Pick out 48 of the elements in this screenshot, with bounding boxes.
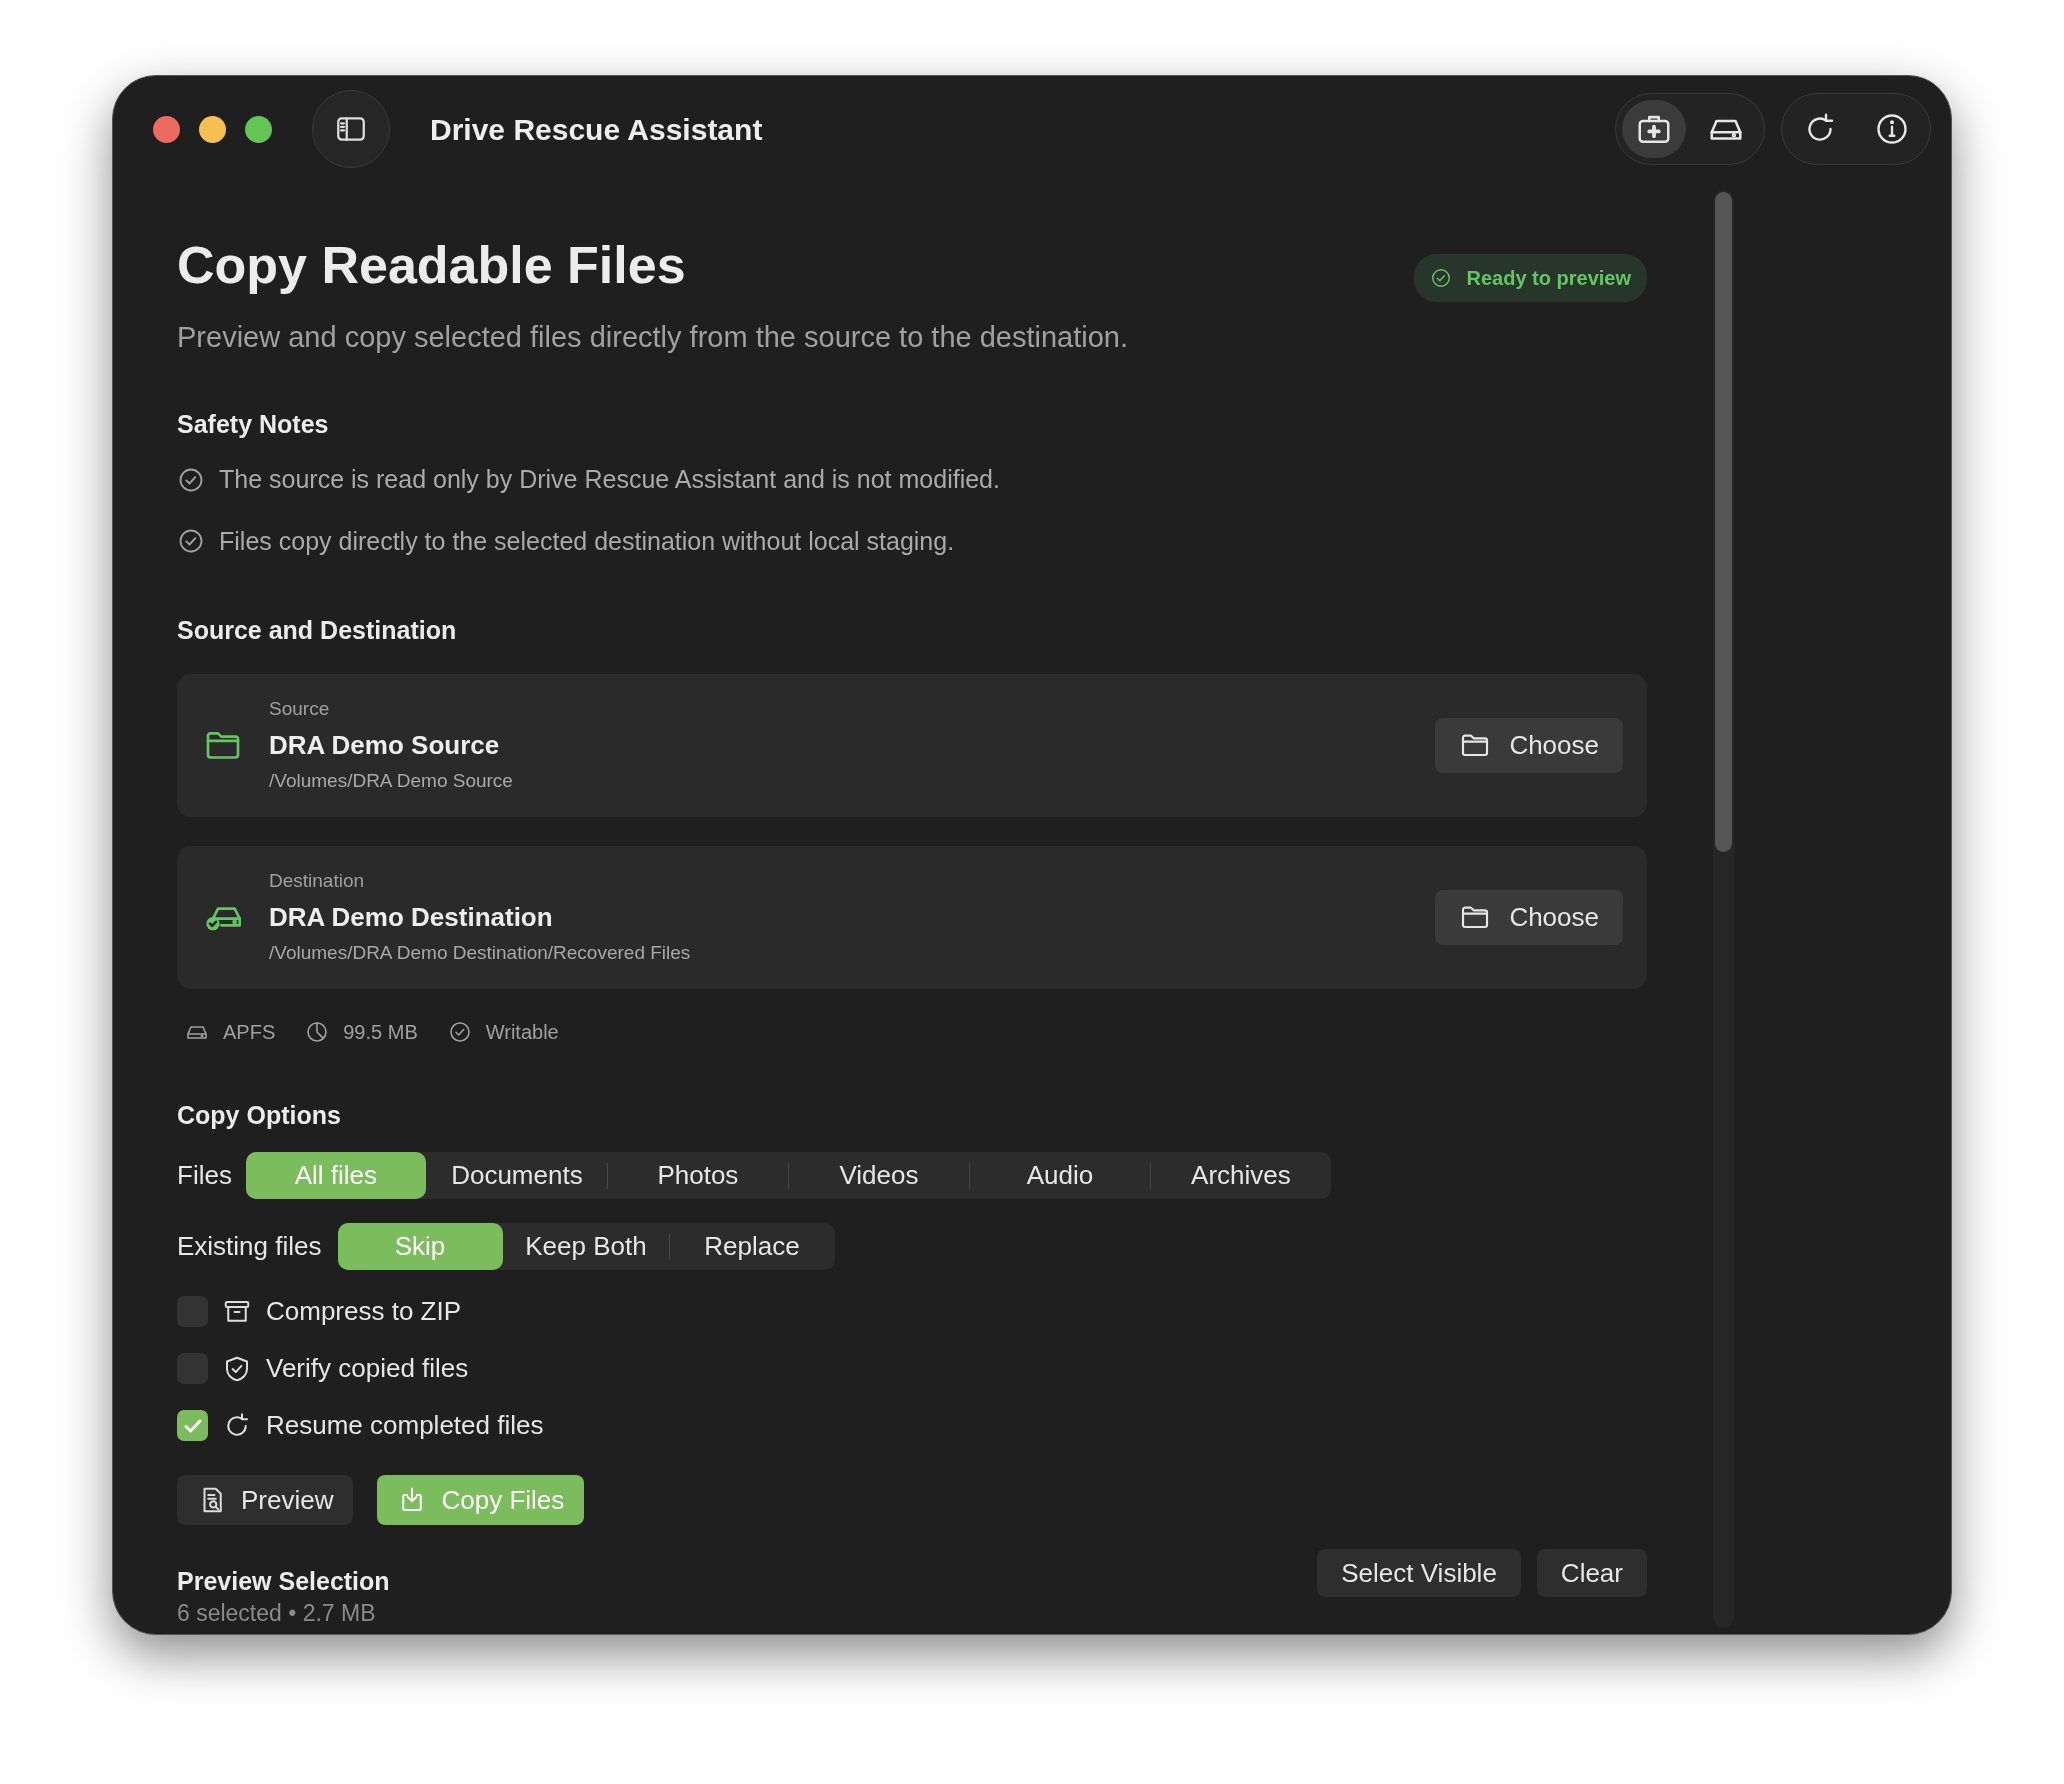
choose-button[interactable]: Choose [1435, 889, 1623, 945]
option-label: Files [177, 1159, 232, 1192]
section-heading: Safety Notes [177, 408, 330, 440]
close-button[interactable] [153, 115, 180, 143]
minimize-button[interactable] [199, 115, 226, 143]
location-name: DRA Demo Source [269, 728, 501, 762]
page-title: Copy Readable Files [177, 235, 686, 296]
location-label: Destination [269, 869, 366, 893]
check-circle-icon [447, 1019, 472, 1044]
check-circle-icon [1430, 267, 1453, 289]
location-label: Source [269, 697, 331, 721]
segment[interactable]: Keep Both [503, 1223, 669, 1270]
selection-summary: 6 selected • 2.7 MB [177, 1600, 377, 1626]
scrollbar-thumb[interactable] [1715, 192, 1732, 852]
section-heading: Source and Destination [177, 615, 458, 646]
page-subtitle: Preview and copy selected files directly from the source to the destination. [177, 320, 1130, 355]
option-label: Existing files [177, 1230, 322, 1263]
location-path: /Volumes/DRA Demo Destination/Recovered Files [269, 940, 692, 965]
volume-info: 99.5 MB [343, 1019, 418, 1045]
option-label: Resume completed files [266, 1409, 544, 1442]
segment[interactable]: Replace [669, 1223, 835, 1270]
segment[interactable]: Archives [1150, 1152, 1331, 1199]
section-heading: Copy Options [177, 1099, 342, 1131]
info-icon [1874, 111, 1910, 147]
option-label: Verify copied files [266, 1352, 469, 1385]
volume-info: Writable [485, 1019, 559, 1045]
selection-button[interactable]: Select Visible [1317, 1549, 1521, 1597]
option-label: Compress to ZIP [266, 1295, 462, 1328]
scrollbar[interactable] [1713, 190, 1734, 1628]
segment[interactable]: Documents [426, 1152, 607, 1199]
toolbar-button[interactable] [1622, 100, 1686, 158]
section-heading: Preview Selection [177, 1566, 390, 1597]
window-title: Drive Rescue Assistant [430, 111, 763, 148]
volume-info: APFS [223, 1019, 276, 1045]
segment[interactable]: Audio [969, 1152, 1150, 1199]
segment[interactable]: Photos [607, 1152, 788, 1199]
pie-chart-icon [305, 1019, 330, 1044]
segment[interactable]: Videos [788, 1152, 969, 1199]
selection-button[interactable]: Clear [1536, 1549, 1647, 1597]
location-path: /Volumes/DRA Demo Source [269, 768, 514, 793]
status-text: Ready to preview [1466, 266, 1631, 291]
zoom-button[interactable] [245, 115, 272, 143]
safety-note: The source is read only by Drive Rescue Assistant and is not modified. [219, 464, 1000, 495]
choose-button[interactable]: Choose [1435, 717, 1623, 773]
location-name: DRA Demo Destination [269, 900, 554, 934]
safety-note: Files copy directly to the selected destination without local staging. [219, 525, 955, 557]
checkbox[interactable] [177, 1410, 208, 1441]
preview-button[interactable]: Preview [177, 1475, 354, 1525]
